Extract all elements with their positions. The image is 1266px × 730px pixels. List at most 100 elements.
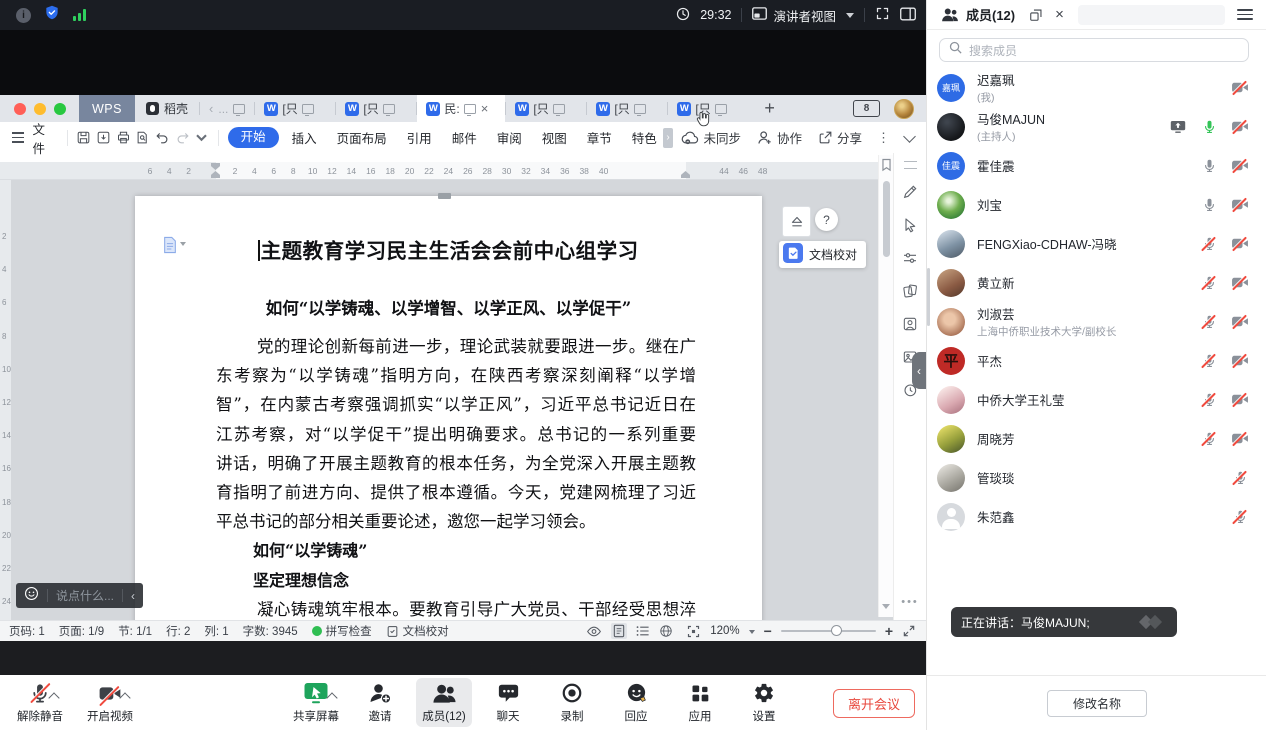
collapse-chat-icon[interactable]: ‹ xyxy=(131,589,135,603)
member-list-scrollbar[interactable] xyxy=(927,268,930,326)
member-row[interactable]: FENGXiao-CDHAW-冯晓 xyxy=(927,224,1266,263)
proofread-status-button[interactable]: 文档校对 xyxy=(386,623,449,639)
wps-home-button[interactable]: WPS xyxy=(79,95,135,122)
web-view-icon[interactable] xyxy=(659,624,673,638)
wps-doc-tab-1[interactable]: W[只 xyxy=(255,95,335,122)
settings-button[interactable]: 设置 xyxy=(736,678,792,727)
member-row[interactable]: 朱范鑫 xyxy=(927,497,1266,536)
material-cards-icon[interactable] xyxy=(897,274,923,307)
ribbon-tab-4[interactable]: 引用 xyxy=(397,128,442,147)
members-button[interactable]: 成员(12) xyxy=(416,678,472,727)
ribbon-tab-2[interactable]: 插入 xyxy=(282,128,327,147)
member-row[interactable]: 嘉珮迟嘉珮(我) xyxy=(927,68,1266,107)
popout-panel-icon[interactable] xyxy=(1029,8,1043,22)
apps-button[interactable]: 应用 xyxy=(672,678,728,727)
rename-button[interactable]: 修改名称 xyxy=(1047,690,1147,717)
menu-hamburger-icon[interactable] xyxy=(1237,9,1253,20)
member-row[interactable]: 中侨大学王礼莹 xyxy=(927,380,1266,419)
member-row[interactable]: 刘宝 xyxy=(927,185,1266,224)
member-row[interactable]: 马俊MAJUN(主持人) xyxy=(927,107,1266,146)
more-features-icon[interactable]: › xyxy=(663,128,674,148)
zoom-in-button[interactable]: + xyxy=(885,623,893,639)
security-shield-icon[interactable] xyxy=(44,4,60,26)
share-button[interactable]: 分享 xyxy=(812,128,868,147)
doc-proofread-float-button[interactable]: 文档校对 xyxy=(779,241,866,268)
chat-button[interactable]: 聊天 xyxy=(480,678,536,727)
chevron-down-icon[interactable] xyxy=(846,13,854,22)
emoji-smiley-icon[interactable] xyxy=(24,586,39,606)
start-video-button[interactable]: 开启视频 xyxy=(82,678,138,727)
fullscreen-icon[interactable] xyxy=(875,6,890,24)
collapse-ribbon-icon[interactable] xyxy=(903,130,916,143)
ribbon-tab-5[interactable]: 邮件 xyxy=(442,128,487,147)
member-row[interactable]: 佳震霍佳震 xyxy=(927,146,1266,185)
print-preview-icon[interactable] xyxy=(133,127,153,149)
ribbon-tab-9[interactable]: 特色 xyxy=(622,128,667,147)
redo-icon[interactable] xyxy=(172,127,192,149)
chat-input-placeholder[interactable]: 说点什么... xyxy=(56,587,114,604)
wps-doc-tab-3[interactable]: W民:× xyxy=(417,95,505,122)
statusbar-field[interactable]: 行: 2 xyxy=(166,623,190,639)
fit-page-icon[interactable] xyxy=(686,624,701,639)
collaborate-button[interactable]: 协作 xyxy=(751,128,808,147)
zoom-slider[interactable] xyxy=(781,630,876,632)
scrollbar-thumb[interactable] xyxy=(883,181,890,257)
more-options-icon[interactable]: ⋮ xyxy=(872,130,895,146)
meeting-info-icon[interactable]: i xyxy=(16,8,31,23)
statusbar-field[interactable]: 页面: 1/9 xyxy=(59,623,104,639)
undo-icon[interactable] xyxy=(153,127,173,149)
quick-chat-pill[interactable]: 说点什么... ‹ xyxy=(16,583,143,608)
adjust-sliders-icon[interactable] xyxy=(897,241,923,274)
statusbar-field[interactable]: 字数: 3945 xyxy=(243,623,298,639)
member-row[interactable]: 黄立新 xyxy=(927,263,1266,302)
ribbon-tab-3[interactable]: 页面布局 xyxy=(327,128,397,147)
statusbar-field[interactable]: 列: 1 xyxy=(204,623,228,639)
network-signal-icon[interactable] xyxy=(73,9,86,21)
search-members-input[interactable]: 搜索成员 xyxy=(939,38,1249,62)
window-traffic-lights[interactable] xyxy=(14,103,66,115)
help-button[interactable]: ? xyxy=(815,208,838,231)
wps-doc-tab-2[interactable]: W[只 xyxy=(336,95,416,122)
share-screen-button[interactable]: 共享屏幕 xyxy=(288,678,344,727)
unmute-button[interactable]: 解除静音 xyxy=(12,678,68,727)
tab-list-button[interactable]: 8 xyxy=(853,100,880,117)
zoom-slider-handle[interactable] xyxy=(831,625,842,636)
wps-doc-tab-5[interactable]: W[只 xyxy=(587,95,667,122)
export-icon[interactable] xyxy=(94,127,114,149)
wps-menu-icon[interactable] xyxy=(12,132,24,143)
save-icon[interactable] xyxy=(74,127,94,149)
ribbon-tab-1[interactable]: 开始 xyxy=(228,127,279,148)
outline-view-icon[interactable] xyxy=(636,625,650,637)
print-icon[interactable] xyxy=(113,127,133,149)
scroll-down-arrow[interactable] xyxy=(882,604,890,613)
statusbar-field[interactable]: 页码: 1 xyxy=(9,623,45,639)
side-panel-toggle-icon[interactable] xyxy=(900,7,916,24)
page-view-icon[interactable] xyxy=(611,623,627,639)
reactions-button[interactable]: 回应 xyxy=(608,678,664,727)
sidebar-more-icon[interactable]: ••• xyxy=(901,596,919,608)
fullscreen-doc-icon[interactable] xyxy=(902,624,916,638)
document-scrollbar[interactable] xyxy=(878,155,893,617)
member-row[interactable]: 周晓芳 xyxy=(927,419,1266,458)
hidden-tabs-button[interactable]: ‹... xyxy=(200,101,254,116)
ribbon-tab-7[interactable]: 视图 xyxy=(532,128,577,147)
close-tab-icon[interactable]: × xyxy=(481,101,489,116)
file-menu[interactable]: 文件 xyxy=(33,119,54,157)
zoom-level[interactable]: 120% xyxy=(710,625,739,637)
edit-pen-icon[interactable] xyxy=(897,175,923,208)
spellcheck-status[interactable]: 拼写检查 xyxy=(312,623,372,639)
select-cursor-icon[interactable] xyxy=(897,208,923,241)
member-row[interactable]: 刘淑芸上海中侨职业技术大学/副校长 xyxy=(927,302,1266,341)
view-mode-selector[interactable]: 演讲者视图 xyxy=(773,6,836,25)
docer-tab[interactable]: 稻壳 xyxy=(135,100,199,117)
member-row[interactable]: 平平杰 xyxy=(927,341,1266,380)
new-tab-button[interactable]: + xyxy=(764,98,775,119)
ribbon-tab-6[interactable]: 审阅 xyxy=(487,128,532,147)
sidebar-handle-icon[interactable] xyxy=(904,161,917,169)
history-dropdown-icon[interactable] xyxy=(192,127,212,149)
bookmark-icon[interactable] xyxy=(881,158,892,177)
invite-button[interactable]: 邀请 xyxy=(352,678,408,727)
zoom-out-button[interactable]: − xyxy=(764,623,772,639)
document-page[interactable]: 主题教育学习民主生活会会前中心组学习 如何“以学铸魂、以学增智、以学正风、以学促… xyxy=(135,196,762,620)
ribbon-tab-8[interactable]: 章节 xyxy=(577,128,622,147)
